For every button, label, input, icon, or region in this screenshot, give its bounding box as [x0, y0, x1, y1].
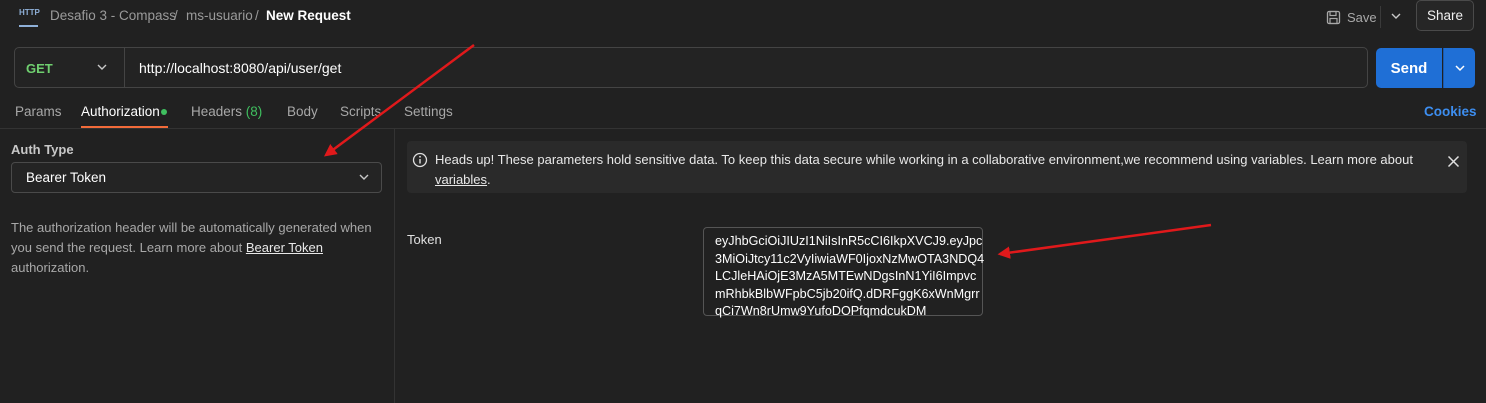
auth-description: The authorization header will be automat…: [11, 218, 386, 278]
divider: [1380, 6, 1381, 28]
annotation-arrow: [997, 223, 1212, 259]
headers-count-badge: (8): [245, 104, 263, 119]
bearer-token-link[interactable]: Bearer Token: [246, 240, 323, 255]
chevron-down-icon: [1454, 65, 1465, 72]
breadcrumb-collection[interactable]: Desafio 3 - Compass: [50, 8, 176, 23]
tab-headers[interactable]: Headers (8): [191, 104, 262, 119]
http-icon: HTTP: [19, 7, 40, 27]
divider: [0, 128, 1486, 129]
tab-headers-label: Headers: [191, 104, 243, 119]
info-icon: [412, 152, 428, 168]
token-label: Token: [407, 232, 442, 247]
breadcrumb-separator: /: [255, 8, 259, 23]
cookies-link[interactable]: Cookies: [1424, 104, 1477, 119]
page-title[interactable]: New Request: [266, 8, 351, 23]
close-icon[interactable]: [1447, 155, 1460, 168]
method-select[interactable]: GET: [26, 61, 53, 76]
breadcrumb-folder[interactable]: ms-usuario: [186, 8, 253, 23]
tab-settings[interactable]: Settings: [404, 104, 453, 119]
notice-period: .: [487, 172, 491, 187]
auth-description-end: authorization.: [11, 260, 90, 275]
send-button[interactable]: Send: [1376, 48, 1442, 88]
chevron-down-icon: [359, 174, 369, 180]
divider: [124, 48, 125, 87]
status-dot: [161, 109, 167, 115]
tab-body[interactable]: Body: [287, 104, 318, 119]
chevron-down-icon[interactable]: [1389, 8, 1403, 24]
tab-params[interactable]: Params: [15, 104, 62, 119]
chevron-down-icon[interactable]: [96, 61, 108, 73]
breadcrumb-separator: /: [174, 8, 178, 23]
tab-scripts[interactable]: Scripts: [340, 104, 381, 119]
notice-message: Heads up! These parameters hold sensitiv…: [435, 152, 1413, 167]
url-input[interactable]: http://localhost:8080/api/user/get: [139, 60, 341, 76]
token-value: eyJhbGciOiJIUzI1NiIsInR5cCI6IkpXVCJ9.eyJ…: [715, 234, 985, 318]
auth-type-label: Auth Type: [11, 142, 74, 157]
tab-authorization[interactable]: Authorization: [81, 104, 160, 119]
variables-link[interactable]: variables: [435, 172, 487, 187]
save-label: Save: [1347, 9, 1377, 25]
send-options-button[interactable]: [1443, 48, 1475, 88]
notice-text: Heads up! These parameters hold sensitiv…: [435, 150, 1425, 190]
auth-type-value: Bearer Token: [26, 170, 107, 185]
share-button[interactable]: Share: [1416, 0, 1474, 31]
save-icon: [1326, 10, 1341, 24]
save-button[interactable]: Save: [1326, 6, 1377, 28]
pane-divider[interactable]: [394, 129, 395, 403]
